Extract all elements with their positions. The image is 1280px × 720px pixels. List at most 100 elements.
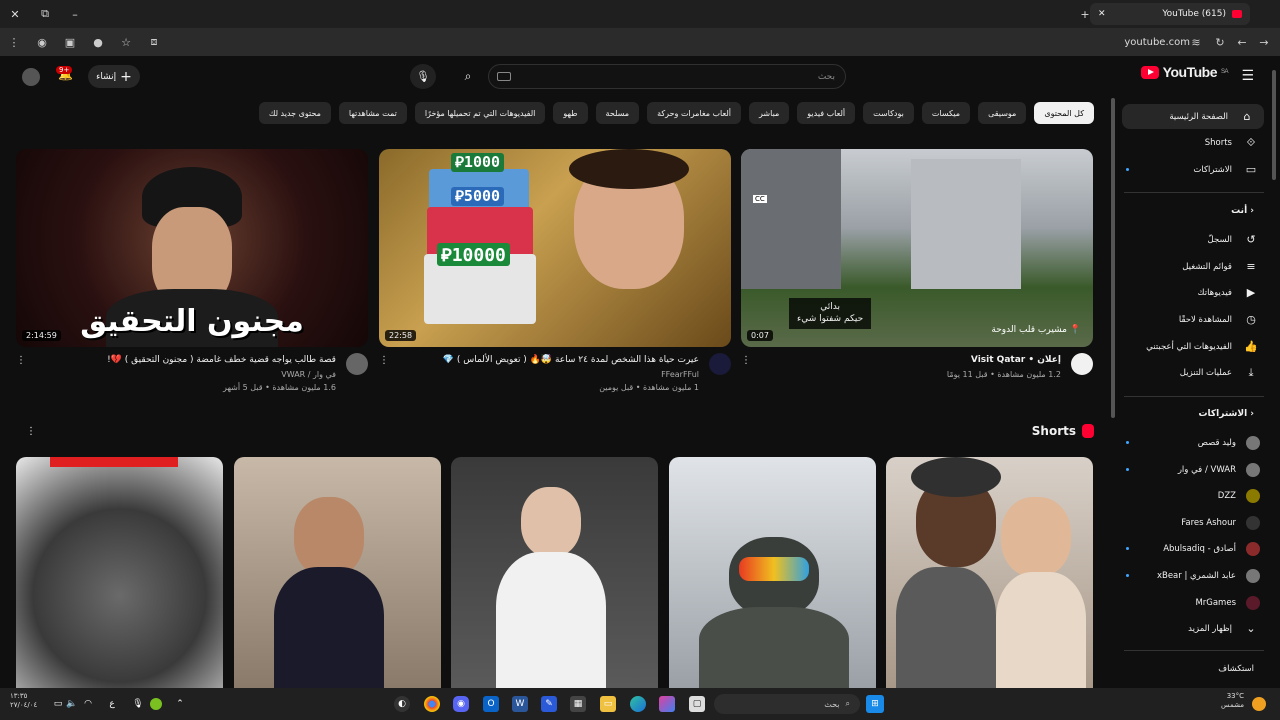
browser-tab[interactable]: (615) YouTube ✕ [1090,3,1250,25]
video-card[interactable]: ⃁1000 ⃁5000 ⃁10000 22:58 عيرت حياة هذا ا… [379,149,731,403]
forward-icon[interactable]: ← [1230,30,1254,54]
chevron-up-icon[interactable]: ⌃ [172,696,188,712]
chip-action-adventure[interactable]: ألعاب مغامرات وحركة [647,102,742,124]
channel-avatar[interactable] [709,353,731,375]
sidebar-channel[interactable]: MrGames [1126,590,1260,615]
volume-icon[interactable]: 🔈 [64,696,80,712]
app-tray-icon[interactable] [150,698,162,710]
chip-podcasts[interactable]: بودكاست [863,102,914,124]
create-button[interactable]: إنشاء + [88,65,140,88]
shield-icon[interactable]: ● [86,30,110,54]
file-explorer-icon[interactable]: ▭ [600,696,616,712]
channel-avatar[interactable] [1071,353,1093,375]
wifi-icon[interactable]: ◠ [80,696,96,712]
video-title[interactable]: عيرت حياة هذا الشخص لمدة ٢٤ ساعة 🤯🔥 ( تع… [443,355,699,365]
sidebar-channel[interactable]: في وار / VWAR [1126,457,1260,482]
sidebar-item-playlists[interactable]: ≡ قوائم التشغيل [1126,254,1260,279]
short-card[interactable] [886,457,1093,688]
main-scrollbar[interactable] [1111,98,1115,418]
profile-icon[interactable]: ◉ [30,30,54,54]
hamburger-menu-icon[interactable]: ☰ [1241,68,1254,84]
sidebar-channel[interactable]: Abulsadiq - أصادق [1126,536,1260,561]
chip-live[interactable]: مباشر [749,102,790,124]
minimize-window-icon[interactable]: – [60,0,90,28]
back-icon[interactable]: → [1252,30,1276,54]
system-clock[interactable]: ١٣:٣٥ ٢٧/٠٤/٠٤ [10,692,37,710]
chip-music[interactable]: موسيقى [978,102,1027,124]
search-button[interactable]: ⌕ [455,64,481,89]
sidebar-channel[interactable]: Fares Ashour [1126,510,1260,535]
ad-video-card[interactable]: CC بدائي حيكم شفتوا شيء 📍 مشيرب قلب الدو… [741,149,1093,403]
sidebar-item-shorts[interactable]: ⟐ Shorts [1126,130,1260,155]
sidebar-scrollbar[interactable] [1272,70,1276,180]
address-bar[interactable]: youtube.com [1124,37,1190,48]
extensions-icon[interactable]: ▣ [58,30,82,54]
short-card[interactable] [234,457,441,688]
copilot-icon[interactable] [659,696,675,712]
short-card[interactable] [451,457,658,688]
sidebar-channel[interactable]: xBear | عابد الشمري [1126,563,1260,588]
reload-icon[interactable]: ↻ [1208,30,1232,54]
chip-gaming[interactable]: ألعاب فيديو [797,102,856,124]
bookmark-star-icon[interactable]: ☆ [114,30,138,54]
more-actions-icon[interactable]: ⋮ [741,355,751,366]
sidebar-item-your-videos[interactable]: ▶ فيديوهاتك [1126,280,1260,305]
chrome-icon[interactable] [424,696,440,712]
video-thumbnail[interactable]: مجنون التحقيق 2:14:59 [16,149,368,347]
more-actions-icon[interactable]: ⋮ [16,355,26,366]
sidebar-subscriptions-heading[interactable]: الاشتراكات › [1199,409,1255,419]
video-thumbnail[interactable]: CC بدائي حيكم شفتوا شيء 📍 مشيرب قلب الدو… [741,149,1093,347]
app-icon[interactable]: ◐ [394,696,410,712]
short-card[interactable] [669,457,876,688]
weather-widget[interactable]: 33°C مشمس [1221,692,1244,710]
tab-search-icon[interactable]: ⧈ [142,30,166,54]
sidebar-item-history[interactable]: ↺ السجلّ [1126,227,1260,252]
task-view-icon[interactable]: ▢ [689,696,705,712]
video-title[interactable]: قصة طالب يواجه قضية خطف غامضة ( مجنون ال… [107,355,336,365]
chip-watched[interactable]: تمت مشاهدتها [338,102,407,124]
short-card[interactable] [16,457,223,688]
channel-name[interactable]: FFearFFul [661,370,699,379]
outlook-icon[interactable]: O [483,696,499,712]
youtube-logo[interactable]: YouTube SA [1140,64,1229,80]
language-indicator[interactable]: ع [104,696,120,712]
sidebar-item-subscriptions[interactable]: ▭ الاشتراكات [1126,157,1260,182]
sidebar-channel[interactable]: وليد قصص [1126,430,1260,455]
sidebar-you-heading[interactable]: أنت › [1231,206,1254,216]
menu-dots-icon[interactable]: ⋮ [2,30,26,54]
close-tab-icon[interactable]: ✕ [1098,9,1106,19]
more-actions-icon[interactable]: ⋮ [26,426,36,437]
sidebar-item-watch-later[interactable]: ◷ المشاهدة لاحقًا [1126,307,1260,332]
close-window-icon[interactable]: ✕ [0,0,30,28]
chip-all[interactable]: كل المحتوى [1034,102,1094,124]
chip-armed[interactable]: مسلحة [595,102,640,124]
video-card[interactable]: مجنون التحقيق 2:14:59 قصة طالب يواجه قضي… [16,149,368,403]
channel-avatar[interactable] [346,353,368,375]
windows-start-icon[interactable]: ⊞ [866,695,884,713]
sidebar-show-more[interactable]: ⌄ إظهار المزيد [1126,616,1260,641]
sidebar-item-home[interactable]: ⌂ الصفحة الرئيسية [1122,104,1264,129]
chip-cooking[interactable]: طهو [553,102,588,124]
calculator-icon[interactable]: ▦ [570,696,586,712]
mic-tray-icon[interactable]: 🎙 [130,696,146,712]
sidebar-item-downloads[interactable]: ⤓ عمليات التنزيل [1126,360,1260,385]
edge-icon[interactable] [630,696,646,712]
sidebar-channel[interactable]: DZZ [1126,483,1260,508]
maximize-window-icon[interactable]: ⧉ [30,0,60,28]
channel-name[interactable]: في وار / VWAR [281,370,336,379]
word-icon[interactable]: W [512,696,528,712]
sidebar-item-liked-videos[interactable]: 👍 الفيديوهات التي أعجبتني [1126,334,1260,359]
keyboard-icon[interactable] [497,72,511,81]
channel-name[interactable]: Visit Qatar [971,355,1025,365]
more-actions-icon[interactable]: ⋮ [379,355,389,366]
search-input[interactable]: بحث [488,64,846,89]
site-settings-icon[interactable]: ≋ [1184,30,1208,54]
video-thumbnail[interactable]: ⃁1000 ⃁5000 ⃁10000 22:58 [379,149,731,347]
chip-mixes[interactable]: ميكسات [921,102,971,124]
account-avatar[interactable] [22,68,40,86]
chip-recently-uploaded[interactable]: الفيديوهات التي تم تحميلها مؤخرًا [414,102,546,124]
voice-search-button[interactable]: 🎙 [410,64,436,89]
discord-icon[interactable]: ◉ [453,696,469,712]
drawing-app-icon[interactable]: ✎ [541,696,557,712]
chip-new-to-you[interactable]: محتوى جديد لك [258,102,331,124]
